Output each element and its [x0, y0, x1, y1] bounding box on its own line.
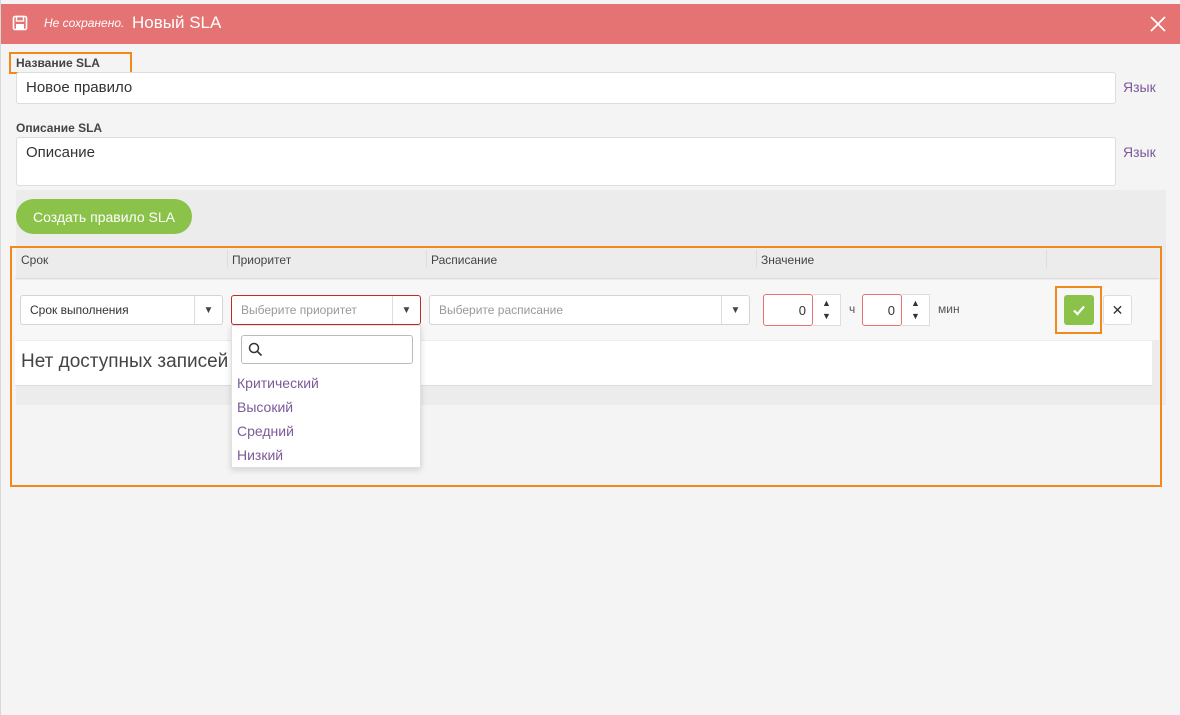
table-header-divider	[15, 278, 1159, 279]
priority-dropdown: Критический Высокий Средний Низкий	[231, 325, 421, 468]
chevron-down-icon[interactable]: ▼	[392, 296, 420, 324]
priority-select-placeholder: Выберите приоритет	[241, 303, 357, 317]
search-icon	[248, 342, 263, 357]
minutes-unit: мин	[938, 302, 960, 316]
confirm-button[interactable]	[1064, 295, 1094, 325]
hours-unit: ч	[849, 302, 856, 316]
column-header-schedule: Расписание	[431, 253, 498, 267]
column-divider	[1046, 250, 1047, 268]
description-language-link[interactable]: Язык	[1123, 144, 1156, 160]
close-icon: ✕	[1111, 301, 1124, 318]
cancel-button[interactable]: ✕	[1103, 295, 1132, 325]
name-language-link[interactable]: Язык	[1123, 79, 1156, 95]
priority-option-medium[interactable]: Средний	[237, 423, 294, 439]
stepper-down-icon[interactable]: ▼	[822, 310, 831, 323]
hours-stepper[interactable]: ▲ ▼	[813, 294, 841, 326]
modal: Не сохранено. Новый SLA Название SLA Нов…	[0, 0, 1180, 715]
term-select[interactable]: Срок выполнения ▼	[20, 295, 223, 325]
column-divider	[426, 250, 427, 268]
chevron-down-icon[interactable]: ▼	[194, 296, 222, 324]
priority-option-low[interactable]: Низкий	[237, 447, 283, 463]
dropdown-search-field[interactable]	[241, 335, 413, 364]
chevron-down-icon[interactable]: ▼	[721, 296, 749, 324]
priority-option-critical[interactable]: Критический	[237, 375, 319, 391]
stepper-up-icon[interactable]: ▲	[822, 297, 831, 310]
schedule-select-placeholder: Выберите расписание	[439, 303, 564, 317]
minutes-input[interactable]: 0	[862, 294, 902, 326]
minutes-stepper[interactable]: ▲ ▼	[902, 294, 930, 326]
create-sla-rule-button[interactable]: Создать правило SLA	[16, 199, 192, 234]
sla-name-input[interactable]: Новое правило	[16, 72, 1116, 104]
modal-header: Не сохранено. Новый SLA	[1, 4, 1180, 44]
schedule-select[interactable]: Выберите расписание ▼	[429, 295, 750, 325]
sla-description-input[interactable]: Описание	[16, 137, 1116, 186]
close-icon[interactable]	[1149, 15, 1167, 33]
empty-records-text: Нет доступных записей	[21, 351, 229, 372]
priority-option-high[interactable]: Высокий	[237, 399, 293, 415]
column-header-priority: Приоритет	[232, 253, 292, 267]
save-icon[interactable]	[12, 15, 28, 31]
hours-input[interactable]: 0	[763, 294, 813, 326]
column-divider	[756, 250, 757, 268]
name-label: Название SLA	[16, 56, 100, 70]
column-header-value: Значение	[761, 253, 815, 267]
column-divider	[227, 250, 228, 268]
description-label: Описание SLA	[16, 121, 103, 135]
dropdown-search-input[interactable]	[268, 340, 408, 360]
stepper-down-icon[interactable]: ▼	[911, 310, 920, 323]
stepper-up-icon[interactable]: ▲	[911, 297, 920, 310]
check-icon	[1073, 305, 1085, 316]
term-select-value: Срок выполнения	[30, 303, 129, 317]
column-header-term: Срок	[21, 253, 49, 267]
priority-select[interactable]: Выберите приоритет ▼	[231, 295, 421, 325]
unsaved-status: Не сохранено.	[44, 16, 125, 30]
modal-title: Новый SLA	[132, 13, 222, 32]
